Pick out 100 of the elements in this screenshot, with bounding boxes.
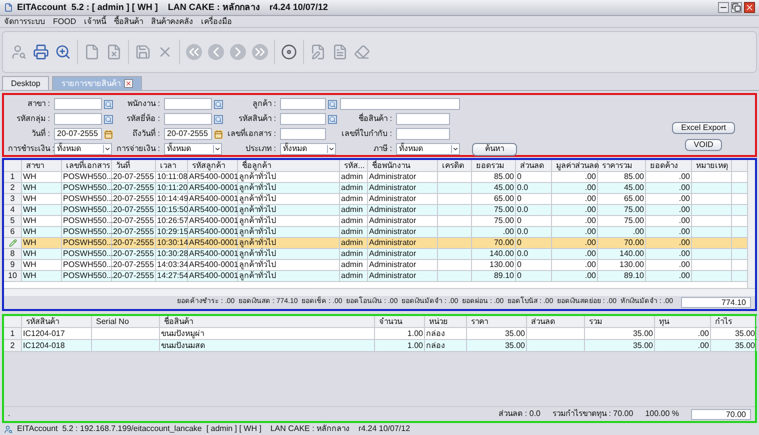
lookup-icon[interactable] (328, 100, 337, 108)
table-cell: 75.00 (494, 216, 514, 225)
save-icon[interactable] (135, 44, 151, 60)
column-header[interactable]: ส่วนลด (527, 316, 585, 327)
close-icon[interactable] (124, 79, 134, 88)
table-cell: 10:15:50 (157, 205, 188, 214)
table-row[interactable]: WH POSWH550...20-07-2555 10:30:14AR5400-0001ลูกค้าทั่วไป admin Administrator 70.00 0 .00 70.00 .00 (4, 238, 747, 249)
last-icon[interactable] (252, 44, 268, 60)
column-header[interactable]: หน่วย (425, 316, 467, 327)
column-header[interactable]: Serial No (92, 316, 160, 327)
column-header[interactable]: เวลา (156, 160, 188, 171)
menu-item[interactable]: FOOD (53, 16, 76, 28)
menu-item[interactable]: เจ้าหนี้ (84, 16, 106, 28)
table-row[interactable]: 3 WH POSWH550...20-07-2555 10:14:49AR5400-0001ลูกค้าทั่วไป admin Administrator 65.00 0 .00 65.00 .00 (4, 194, 747, 205)
user-search-icon[interactable] (11, 44, 27, 60)
dropdown[interactable]: ทั้งหมด (54, 143, 112, 155)
disc-icon[interactable] (281, 44, 297, 60)
column-header[interactable]: เครดิต (438, 160, 472, 171)
text-field[interactable] (164, 113, 212, 125)
action-button[interactable]: VOID (684, 139, 722, 151)
calendar-icon[interactable] (104, 130, 113, 138)
table-cell: 70.00 (624, 238, 644, 247)
column-header[interactable]: รหัสสินค้า (22, 316, 92, 327)
column-header[interactable]: รหัสลูกค้า (188, 160, 238, 171)
table-row[interactable]: 9 WH POSWH550...20-07-2555 14:03:34AR5400-0001ลูกค้าทั่วไป admin Administrator 130.00 0 .00 130.00 .00 (4, 260, 747, 271)
dropdown[interactable]: ทั้งหมด (280, 143, 336, 155)
column-header[interactable]: รวม (585, 316, 655, 327)
dropdown[interactable]: ทั้งหมด (164, 143, 222, 155)
column-header[interactable]: ส่วนลด (516, 160, 552, 171)
date-field[interactable]: 20-07-2555 (164, 128, 212, 140)
close-icon[interactable] (744, 2, 755, 13)
zoom-icon[interactable] (55, 44, 71, 60)
table-row[interactable]: 2 WH POSWH550...20-07-2555 10:11:20 AR5400-0001ลูกค้าทั่วไป admin Administrator 45.00 0.0 .00 45.00 .00 (4, 183, 747, 194)
tab[interactable]: Desktop (2, 76, 50, 90)
column-header[interactable]: กำไร (711, 316, 757, 327)
menu-item[interactable]: จัดการระบบ (4, 16, 45, 28)
next-icon[interactable] (230, 44, 246, 60)
text-field[interactable] (280, 98, 326, 110)
text-field[interactable] (396, 113, 450, 125)
table-row[interactable]: 8 WH POSWH550...20-07-2555 10:30:28AR5400-0001ลูกค้าทั่วไป admin Administrator 140.00 0.0 .00 140.00 .00 (4, 249, 747, 260)
table-cell: 1.00 (407, 329, 423, 338)
text-field[interactable] (340, 98, 460, 110)
row-number: 1 (10, 171, 15, 183)
column-header[interactable]: หมายเหตุ (692, 160, 732, 171)
column-header[interactable]: เลขที่เอกสาร (62, 160, 112, 171)
text-field[interactable] (54, 98, 102, 110)
column-header[interactable]: ยอดรวม (472, 160, 516, 171)
column-header[interactable]: สาขา (22, 160, 62, 171)
minimize-icon[interactable] (718, 2, 729, 13)
table-cell: 35.00 (632, 341, 653, 350)
edit-document-icon[interactable] (310, 44, 326, 60)
menu-item[interactable]: สินค้าคงคลัง (151, 16, 194, 28)
table-cell: 20-07-2555 (113, 227, 154, 236)
previous-icon[interactable] (208, 44, 224, 60)
column-header[interactable]: จำนวน (375, 316, 425, 327)
lookup-icon[interactable] (104, 114, 113, 124)
text-field[interactable] (280, 113, 326, 125)
table-cell: Administrator (369, 227, 416, 236)
eraser-icon[interactable] (354, 44, 370, 60)
column-header[interactable]: ทุน (655, 316, 711, 327)
column-header[interactable]: รหัส... (340, 160, 368, 171)
column-header[interactable]: ชื่อพนักงาน (368, 160, 438, 171)
table-row[interactable]: 1 WH POSWH550...20-07-2555 10:11:08 AR5400-0001ลูกค้าทั่วไป admin Administrator 85.00 0 .00 85.00 .00 (4, 172, 747, 183)
printer-icon[interactable] (33, 44, 49, 60)
table-row[interactable]: 5 WH POSWH550...20-07-2555 10:26:57AR5400-0001ลูกค้าทั่วไป admin Administrator 75.00 0 .00 75.00 .00 (4, 216, 747, 227)
text-document-icon[interactable] (332, 44, 348, 60)
caret-icon (327, 145, 335, 153)
column-header[interactable]: ราคารวม (598, 160, 646, 171)
table-cell: Administrator (369, 238, 416, 247)
column-header[interactable]: มูลค่าส่วนลด (552, 160, 598, 171)
lookup-icon[interactable] (328, 114, 337, 124)
menu-item[interactable]: ซื้อสินค้า (114, 16, 144, 28)
column-header[interactable]: ยอดค้าง (646, 160, 692, 171)
search-button[interactable]: ค้นหา (472, 142, 517, 156)
text-field[interactable] (280, 128, 326, 140)
table-row[interactable]: 4 WH POSWH550...20-07-2555 10:15:50AR5400-0001ลูกค้าทั่วไป admin Administrator 75.00 0.0 .00 75.00 .00 (4, 205, 747, 216)
column-header[interactable]: วันที่ (112, 160, 156, 171)
document-icon[interactable] (84, 44, 100, 60)
table-row[interactable]: 10 WH POSWH550...20-07-2555 14:27:54AR5400-0001ลูกค้าทั่วไป admin Administrator 89.10 0 .00 89.10 .00 (4, 271, 747, 282)
document-delete-icon[interactable] (106, 44, 122, 60)
restore-icon[interactable] (731, 2, 742, 13)
column-header[interactable]: ราคา (467, 316, 527, 327)
first-icon[interactable] (186, 44, 202, 60)
table-cell: ลูกค้าทั่วไป (239, 227, 276, 236)
lookup-icon[interactable] (214, 100, 223, 108)
column-header[interactable]: ชื่อสินค้า (160, 316, 375, 327)
lookup-icon[interactable] (214, 114, 223, 124)
table-cell: 0 (517, 271, 522, 280)
action-button[interactable]: Excel Export (672, 122, 735, 134)
table-cell: 20-07-2555 (113, 271, 154, 280)
calendar-icon[interactable] (214, 130, 223, 138)
lookup-icon[interactable] (104, 100, 113, 108)
table-row[interactable]: 6 WH POSWH550...20-07-2555 10:29:15AR5400-0001ลูกค้าทั่วไป admin Administrator .00 0.0 .00 .00 .00 (4, 227, 747, 238)
menu-item[interactable]: เครื่องมือ (201, 16, 232, 28)
text-field[interactable] (54, 113, 102, 125)
text-field[interactable] (396, 128, 450, 140)
text-field[interactable] (164, 98, 212, 110)
date-field[interactable]: 20-07-2555 (54, 128, 102, 140)
dropdown[interactable]: ทั้งหมด (396, 143, 460, 155)
column-header[interactable]: ชื่อลูกค้า (238, 160, 340, 171)
